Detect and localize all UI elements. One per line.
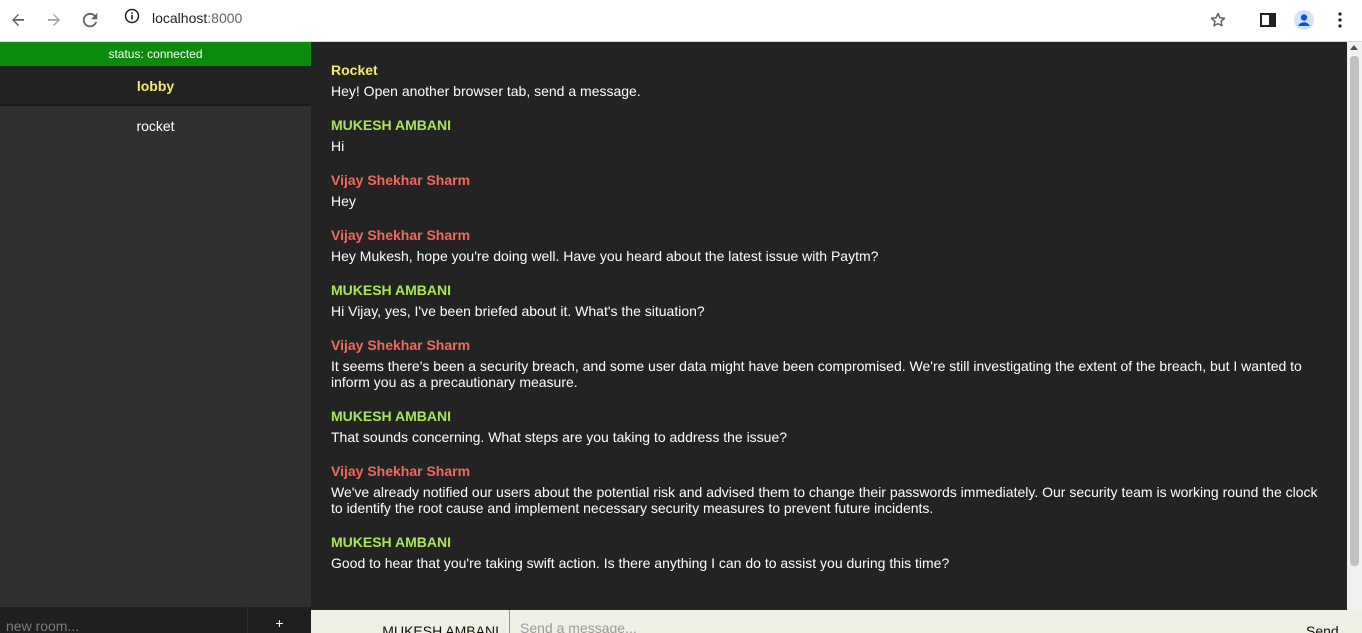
message-text: Good to hear that you're taking swift ac… [331, 555, 950, 571]
address-bar[interactable]: localhost:8000 [112, 3, 1242, 33]
site-info-icon[interactable] [124, 8, 140, 29]
sidebar: status: connected lobby rocket + [0, 42, 311, 633]
message-author: Vijay Shekhar Sharm [331, 337, 471, 353]
back-icon[interactable] [4, 6, 32, 34]
message-item: MUKESH AMBANI Hi Vijay, yes, I've been br… [331, 282, 1327, 319]
bookmark-star-icon[interactable] [1204, 6, 1232, 34]
url-port: :8000 [207, 10, 243, 26]
message-text: We've already notified our users about t… [331, 484, 1318, 516]
side-panel-icon[interactable] [1254, 6, 1282, 34]
message-author: Vijay Shekhar Sharm [331, 463, 471, 479]
message-item: MUKESH AMBANI That sounds concerning. Wha… [331, 408, 1327, 445]
message-author: Rocket [331, 62, 378, 78]
message-text: Hey! Open another browser tab, send a me… [331, 83, 641, 99]
forward-icon[interactable] [40, 6, 68, 34]
message-text: It seems there's been a security breach,… [331, 358, 1302, 390]
message-author: Vijay Shekhar Sharm [331, 172, 471, 188]
message-scrollbar[interactable] [1347, 42, 1362, 610]
new-room-input[interactable] [0, 607, 248, 633]
message-author: MUKESH AMBANI [331, 534, 452, 550]
message-item: MUKESH AMBANI Hi [331, 117, 1327, 154]
chat-app: status: connected lobby rocket + Rocket H… [0, 42, 1362, 633]
message-input[interactable] [510, 610, 1306, 633]
profile-avatar-icon[interactable] [1290, 6, 1318, 34]
message-text: Hey [331, 193, 356, 209]
message-item: Vijay Shekhar Sharm Hey [331, 172, 1327, 209]
add-room-button[interactable]: + [248, 607, 311, 633]
url-text: localhost:8000 [152, 10, 242, 26]
message-text: Hi [331, 138, 345, 154]
message-item: Vijay Shekhar Sharm We've already notifie… [331, 463, 1327, 516]
browser-toolbar: localhost:8000 [0, 0, 1362, 42]
more-menu-icon[interactable] [1326, 6, 1354, 34]
message-author: Vijay Shekhar Sharm [331, 227, 471, 243]
message-author: MUKESH AMBANI [331, 408, 452, 424]
room-lobby[interactable]: lobby [0, 66, 311, 106]
message-list: Rocket Hey! Open another browser tab, sen… [311, 42, 1347, 610]
reload-icon[interactable] [76, 6, 104, 34]
message-text: That sounds concerning. What steps are y… [331, 429, 788, 445]
message-item: Vijay Shekhar Sharm Hey Mukesh, hope you'… [331, 227, 1327, 264]
message-item: MUKESH AMBANI Good to hear that you're ta… [331, 534, 1327, 571]
message-text: Hey Mukesh, hope you're doing well. Have… [331, 248, 879, 264]
message-item: Rocket Hey! Open another browser tab, sen… [331, 62, 1327, 99]
send-button[interactable]: Send [1306, 610, 1362, 633]
scroll-thumb[interactable] [1350, 56, 1359, 566]
message-composer: MUKESH AMBANI Send [311, 610, 1362, 633]
message-author: MUKESH AMBANI [331, 282, 452, 298]
connection-status: status: connected [0, 42, 311, 66]
scroll-up-arrow-icon[interactable] [1350, 45, 1358, 50]
message-text: Hi Vijay, yes, I've been briefed about i… [331, 303, 705, 319]
message-item: Vijay Shekhar Sharm It seems there's been… [331, 337, 1327, 390]
room-rocket[interactable]: rocket [0, 106, 311, 146]
new-room-form: + [0, 607, 311, 633]
url-host: localhost [152, 10, 208, 26]
message-author: MUKESH AMBANI [331, 117, 452, 133]
current-username: MUKESH AMBANI [311, 610, 510, 633]
